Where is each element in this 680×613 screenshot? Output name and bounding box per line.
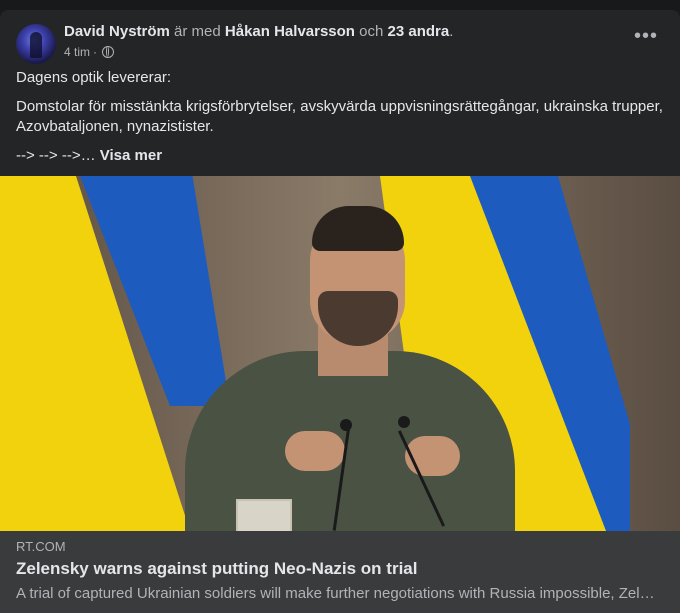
link-description: A trial of captured Ukrainian soldiers w… — [16, 585, 656, 602]
others-link[interactable]: 23 andra — [388, 23, 450, 40]
author-name-link[interactable]: David Nyström — [64, 23, 170, 40]
post-text-paragraph-2: Domstolar för misstänkta krigsförbrytels… — [16, 98, 663, 135]
author-avatar[interactable] — [16, 24, 56, 64]
link-preview[interactable]: RT.COM Zelensky warns against putting Ne… — [0, 531, 680, 613]
glass-cup — [236, 499, 292, 531]
post-image[interactable] — [0, 176, 680, 531]
link-domain: RT.COM — [16, 539, 66, 554]
post-text-paragraph-1: Dagens optik levererar: — [16, 69, 172, 86]
link-title[interactable]: Zelensky warns against putting Neo-Nazis… — [16, 559, 417, 579]
see-more-link[interactable]: Visa mer — [100, 147, 162, 164]
microphone-left-head — [340, 419, 352, 431]
more-options-icon[interactable]: ••• — [628, 22, 664, 58]
post-text-arrows: --> --> -->… — [16, 147, 96, 164]
post-text-paragraph-3: --> --> -->… Visa mer — [16, 146, 664, 166]
avatar-figure — [30, 32, 42, 58]
speaker-right-hand — [405, 436, 460, 476]
speaker-torso — [185, 351, 515, 531]
meta-separator: · — [93, 45, 98, 59]
period-text: . — [449, 23, 454, 40]
post-title-line: David Nyström är med Håkan Halvarsson oc… — [64, 22, 453, 42]
microphone-right-head — [398, 416, 410, 428]
feed-post: David Nyström är med Håkan Halvarsson oc… — [0, 10, 680, 613]
post-text: Dagens optik levererar: Domstolar för mi… — [16, 68, 664, 175]
with-text: är med — [174, 23, 221, 40]
and-text: och — [359, 23, 384, 40]
post-meta: 4 tim · — [64, 44, 115, 60]
speaker-left-hand — [285, 431, 345, 471]
post-header: David Nyström är med Håkan Halvarsson oc… — [16, 22, 664, 64]
post-time-link[interactable]: 4 tim — [64, 44, 90, 60]
globe-icon[interactable] — [102, 46, 115, 58]
tagged-person-link[interactable]: Håkan Halvarsson — [225, 23, 355, 40]
